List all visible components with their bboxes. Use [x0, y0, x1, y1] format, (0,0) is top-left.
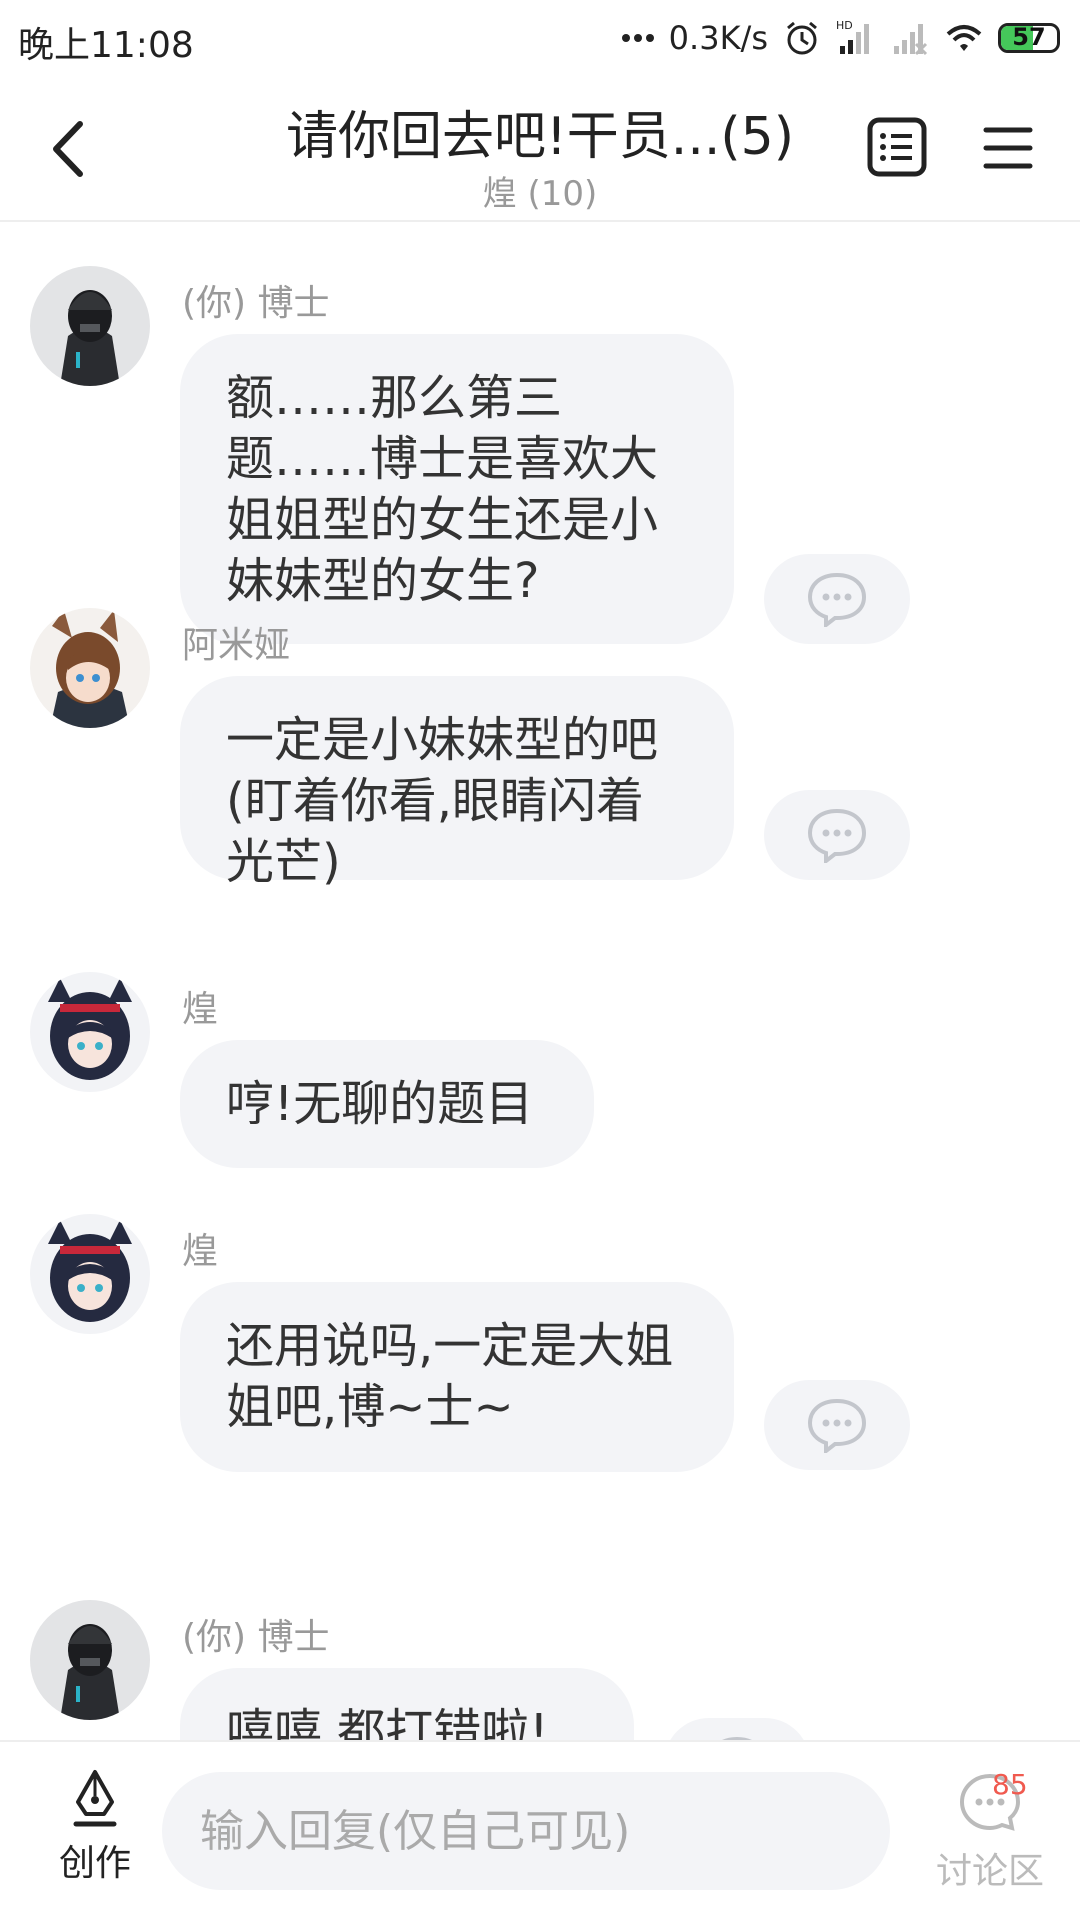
message-text: 嘻嘻 都打错啦! — [226, 1704, 549, 1740]
message-text: 额……那么第三题……博士是喜欢大姐姐型的女生还是小妹妹型的女生? — [226, 370, 659, 609]
message-bubble[interactable]: 嘻嘻 都打错啦! — [180, 1668, 634, 1740]
status-bar: 晚上11:08 0.3K/s HD 57 — [0, 0, 1080, 76]
message-text: 一定是小妹妹型的吧(盯着你看,眼睛闪着光芒) — [226, 712, 659, 890]
more-dots-icon — [621, 34, 654, 42]
no-signal-icon — [894, 24, 928, 56]
chat-header: 请你回去吧!干员...(5) 煌 (10) — [0, 76, 1080, 222]
net-speed: 0.3K/s — [668, 19, 768, 57]
avatar[interactable] — [30, 1214, 150, 1334]
avatar[interactable] — [30, 608, 150, 728]
doctor-avatar-icon — [30, 1600, 150, 1720]
sender-name: 阿米娅 — [182, 625, 291, 666]
blaze-avatar-icon — [30, 1214, 150, 1334]
avatar[interactable] — [30, 266, 150, 386]
menu-icon[interactable] — [980, 120, 1036, 176]
comment-bubble-icon — [807, 1398, 867, 1453]
sender-name: (你) 博士 — [182, 1617, 330, 1658]
list-view-icon[interactable] — [866, 116, 928, 178]
reply-input[interactable] — [162, 1772, 890, 1890]
sender-name: 煌 — [182, 1231, 219, 1272]
comment-bubble-icon — [807, 808, 867, 863]
discussion-button[interactable]: 85 讨论区 — [920, 1768, 1060, 1894]
status-icons: 0.3K/s HD 57 — [621, 16, 1060, 60]
create-label: 创作 — [58, 1843, 131, 1884]
bottom-bar: 创作 85 讨论区 — [0, 1740, 1080, 1922]
avatar[interactable] — [30, 1600, 150, 1720]
avatar[interactable] — [30, 972, 150, 1092]
comment-button[interactable] — [664, 1718, 810, 1740]
chat-list[interactable]: (你) 博士 额……那么第三题……博士是喜欢大姐姐型的女生还是小妹妹型的女生? — [0, 222, 1080, 1740]
discussion-count-badge: 85 — [992, 1768, 1028, 1801]
message-bubble[interactable]: 还用说吗,一定是大姐姐吧,博~士~ — [180, 1282, 734, 1472]
message-bubble[interactable]: 哼!无聊的题目 — [180, 1040, 594, 1168]
blaze-avatar-icon — [30, 972, 150, 1092]
page-subtitle: 煌 (10) — [482, 174, 598, 214]
back-button[interactable] — [40, 114, 100, 184]
svg-text:HD: HD — [836, 19, 853, 32]
message-bubble[interactable]: 一定是小妹妹型的吧(盯着你看,眼睛闪着光芒) — [180, 676, 734, 890]
battery-icon: 57 — [998, 23, 1060, 53]
comment-button[interactable] — [764, 554, 910, 644]
status-time: 晚上11:08 — [18, 25, 194, 66]
battery-level: 57 — [1012, 23, 1046, 51]
sender-name: 煌 — [182, 989, 219, 1030]
page-title: 请你回去吧!干员...(5) — [285, 107, 795, 167]
wifi-icon — [946, 25, 982, 51]
sender-name: (你) 博士 — [182, 283, 330, 324]
create-button[interactable]: 创作 — [40, 1768, 150, 1886]
comment-button[interactable] — [764, 790, 910, 880]
message-text: 还用说吗,一定是大姐姐吧,博~士~ — [226, 1318, 674, 1435]
pen-nib-icon — [73, 1770, 117, 1827]
alarm-icon — [787, 21, 817, 55]
hd-signal-icon: HD — [836, 19, 869, 54]
comment-bubble-icon — [807, 572, 867, 627]
amiya-avatar-icon — [30, 608, 150, 728]
message-bubble[interactable]: 额……那么第三题……博士是喜欢大姐姐型的女生还是小妹妹型的女生? — [180, 334, 734, 644]
discussion-label: 讨论区 — [935, 1851, 1044, 1892]
comment-button[interactable] — [764, 1380, 910, 1470]
doctor-avatar-icon — [30, 266, 150, 386]
message-text: 哼!无聊的题目 — [226, 1076, 534, 1132]
